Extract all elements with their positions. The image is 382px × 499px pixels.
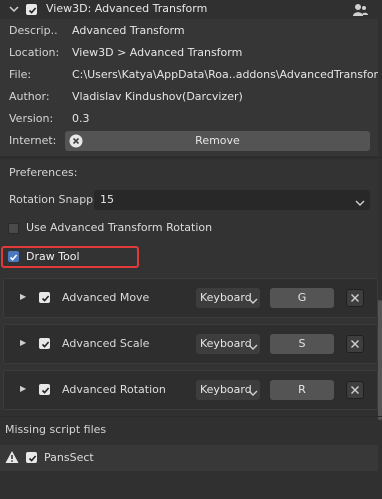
description-label: Descrip.. <box>9 24 58 37</box>
version-value: 0.3 <box>72 112 90 125</box>
keymap-enable-checkbox[interactable] <box>39 292 50 303</box>
close-icon[interactable] <box>346 289 364 307</box>
keymap-type-dropdown[interactable]: Keyboard <box>196 380 260 400</box>
keymap-key-button[interactable]: R <box>270 380 334 400</box>
keymap-type-value: Keyboard <box>200 383 252 396</box>
expand-arrow-icon[interactable]: ▶ <box>20 292 26 301</box>
draw-tool-checkbox[interactable] <box>8 251 19 262</box>
remove-label: Remove <box>195 134 240 147</box>
close-icon[interactable] <box>346 335 364 353</box>
close-icon[interactable] <box>346 381 364 399</box>
addon-enable-checkbox[interactable] <box>26 4 37 15</box>
keymap-key-button[interactable]: G <box>270 288 334 308</box>
rotation-snap-label: Rotation Snapp.. <box>9 193 101 206</box>
remove-button[interactable]: Remove <box>65 131 370 151</box>
keymap-type-dropdown[interactable]: Keyboard <box>196 334 260 354</box>
chevron-down-icon <box>248 293 258 304</box>
rotation-snap-dropdown[interactable]: 15 <box>94 190 370 210</box>
chevron-down-icon <box>355 195 365 206</box>
keymap-key-button[interactable]: S <box>270 334 334 354</box>
author-label: Author: <box>9 90 50 103</box>
version-label: Version: <box>9 112 54 125</box>
location-value: View3D > Advanced Transform <box>72 46 243 59</box>
missing-files-title: Missing script files <box>5 423 107 436</box>
location-label: Location: <box>9 46 60 59</box>
use-advanced-rotation-checkbox[interactable] <box>8 223 19 234</box>
user-icon <box>352 3 368 17</box>
draw-tool-label: Draw Tool <box>26 250 80 263</box>
chevron-down-icon <box>248 339 258 350</box>
warning-icon <box>5 450 19 464</box>
addon-title: View3D: Advanced Transform <box>46 2 208 15</box>
expand-arrow-icon[interactable]: ▶ <box>20 384 26 393</box>
preferences-title: Preferences: <box>9 166 78 179</box>
missing-file-checkbox[interactable] <box>26 452 37 463</box>
keymap-name: Advanced Rotation <box>62 383 166 396</box>
description-value: Advanced Transform <box>72 24 185 37</box>
use-advanced-rotation-label: Use Advanced Transform Rotation <box>26 221 213 234</box>
keymap-enable-checkbox[interactable] <box>39 338 50 349</box>
keymap-key-value: G <box>297 291 307 304</box>
missing-file-name: PansSect <box>44 451 94 464</box>
file-label: File: <box>9 68 32 81</box>
keymap-name: Advanced Move <box>62 291 150 304</box>
keymap-type-value: Keyboard <box>200 337 252 350</box>
scrollbar[interactable] <box>378 300 382 420</box>
addon-expand-icon[interactable] <box>9 4 19 14</box>
internet-label: Internet: <box>9 134 57 147</box>
rotation-snap-value: 15 <box>100 193 114 206</box>
file-value: C:\Users\Katya\AppData\Roa..addons\Advan… <box>72 68 378 81</box>
expand-arrow-icon[interactable]: ▶ <box>20 338 26 347</box>
author-value: Vladislav Kindushov(Darcvizer) <box>72 90 243 103</box>
remove-x-icon <box>69 134 83 148</box>
chevron-down-icon <box>248 385 258 396</box>
keymap-type-value: Keyboard <box>200 291 252 304</box>
keymap-type-dropdown[interactable]: Keyboard <box>196 288 260 308</box>
keymap-key-value: S <box>298 337 306 350</box>
keymap-name: Advanced Scale <box>62 337 150 350</box>
keymap-enable-checkbox[interactable] <box>39 384 50 395</box>
keymap-key-value: R <box>298 383 306 396</box>
